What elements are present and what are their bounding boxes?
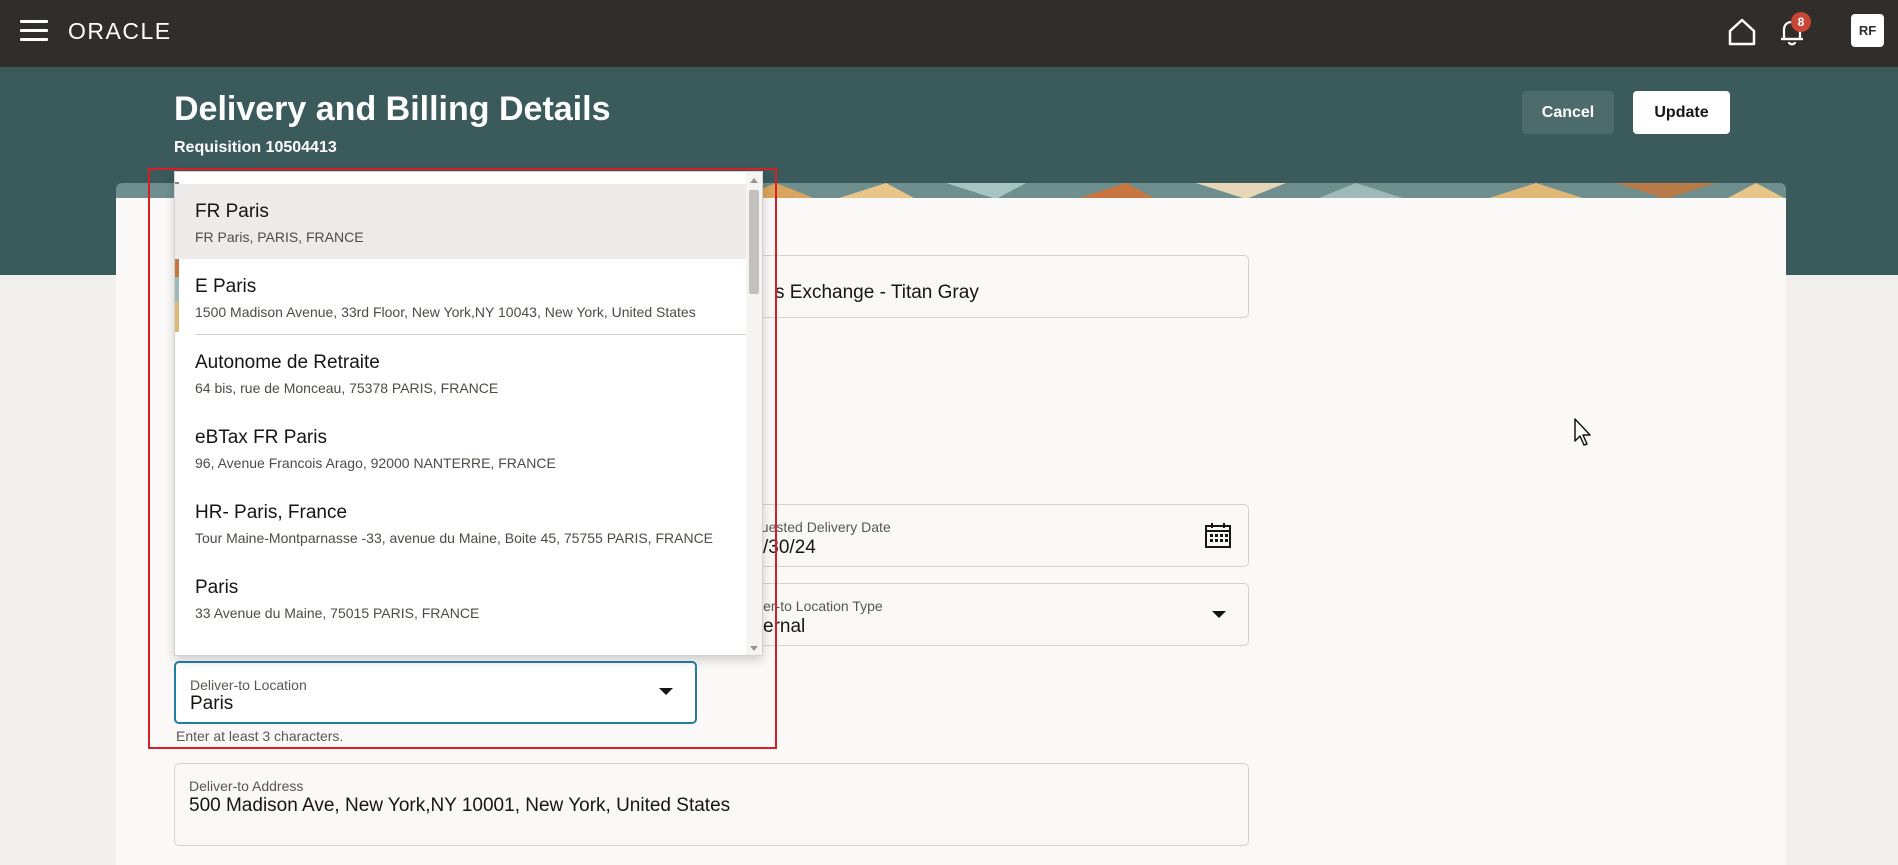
deliver-to-address-label: Deliver-to Address (189, 778, 304, 794)
listbox-option[interactable]: Paris 33 Avenue du Maine, 75015 PARIS, F… (175, 560, 748, 635)
option-title: Paris (195, 577, 239, 598)
option-subtitle: Tour Maine-Montparnasse -33, avenue du M… (195, 530, 714, 546)
option-title: eBTax FR Paris (195, 427, 327, 448)
option-title: FR Paris (195, 201, 269, 222)
chevron-down-icon[interactable] (1212, 611, 1226, 618)
home-icon[interactable] (1726, 16, 1758, 48)
page-subtitle: Requisition 10504413 (174, 139, 337, 156)
global-header: ORACLE 8 RF (0, 0, 1898, 67)
chevron-down-icon[interactable] (659, 688, 673, 695)
notification-count-badge: 8 (1791, 12, 1811, 32)
deliver-to-location-type-label: iver-to Location Type (753, 598, 883, 614)
mouse-cursor-icon (1574, 418, 1591, 446)
scroll-down-arrow-icon[interactable] (750, 646, 758, 651)
menu-icon[interactable] (20, 20, 48, 44)
requested-delivery-date-value: /30/24 (763, 537, 816, 558)
update-button[interactable]: Update (1633, 91, 1730, 134)
option-subtitle: FR Paris, PARIS, FRANCE (195, 229, 364, 245)
deliver-to-location-helper-text: Enter at least 3 characters. (176, 728, 344, 744)
listbox-option[interactable]: E Paris 1500 Madison Avenue, 33rd Floor,… (175, 259, 748, 334)
option-subtitle: 64 bis, rue de Monceau, 75378 PARIS, FRA… (195, 380, 499, 396)
description-value: s Exchange - Titan Gray (775, 282, 979, 303)
requested-delivery-date-label: quested Delivery Date (753, 519, 891, 535)
deliver-to-location-listbox[interactable]: FR Paris FR Paris, PARIS, FRANCE E Paris… (174, 171, 763, 656)
option-subtitle: 96, Avenue Francois Arago, 92000 NANTERR… (195, 455, 556, 471)
scrollbar-thumb[interactable] (749, 190, 759, 294)
option-title: E Paris (195, 276, 257, 297)
option-title: Autonome de Retraite (195, 352, 380, 373)
cancel-button[interactable]: Cancel (1522, 91, 1614, 134)
oracle-logo[interactable]: ORACLE (68, 18, 172, 45)
option-title: HR- Paris, France (195, 502, 348, 523)
listbox-option[interactable]: Autonome de Retraite 64 bis, rue de Monc… (175, 335, 748, 410)
listbox-option[interactable]: HR- Paris, France Tour Maine-Montparnass… (175, 485, 748, 560)
listbox-option[interactable]: eBTax FR Paris 96, Avenue Francois Arago… (175, 410, 748, 485)
deliver-to-address-field[interactable]: Deliver-to Address 500 Madison Ave, New … (174, 763, 1249, 846)
listbox-option[interactable]: FR Paris FR Paris, PARIS, FRANCE (175, 184, 748, 259)
deliver-to-location-field[interactable]: Deliver-to Location Paris (174, 661, 697, 724)
option-subtitle: 33 Avenue du Maine, 75015 PARIS, FRANCE (195, 605, 480, 621)
calendar-icon[interactable] (1204, 521, 1232, 549)
deliver-to-location-value[interactable]: Paris (190, 693, 233, 715)
page-title: Delivery and Billing Details (174, 90, 611, 128)
user-avatar[interactable]: RF (1851, 14, 1884, 47)
deliver-to-location-type-value: ernal (763, 616, 806, 637)
listbox-scrollbar[interactable] (746, 172, 762, 655)
deliver-to-address-value: 500 Madison Ave, New York,NY 10001, New … (189, 795, 731, 816)
option-subtitle: 1500 Madison Avenue, 33rd Floor, New Yor… (195, 304, 696, 320)
scroll-up-arrow-icon[interactable] (750, 178, 758, 183)
notifications-button[interactable]: 8 (1775, 12, 1811, 49)
deliver-to-location-label: Deliver-to Location (190, 677, 307, 693)
